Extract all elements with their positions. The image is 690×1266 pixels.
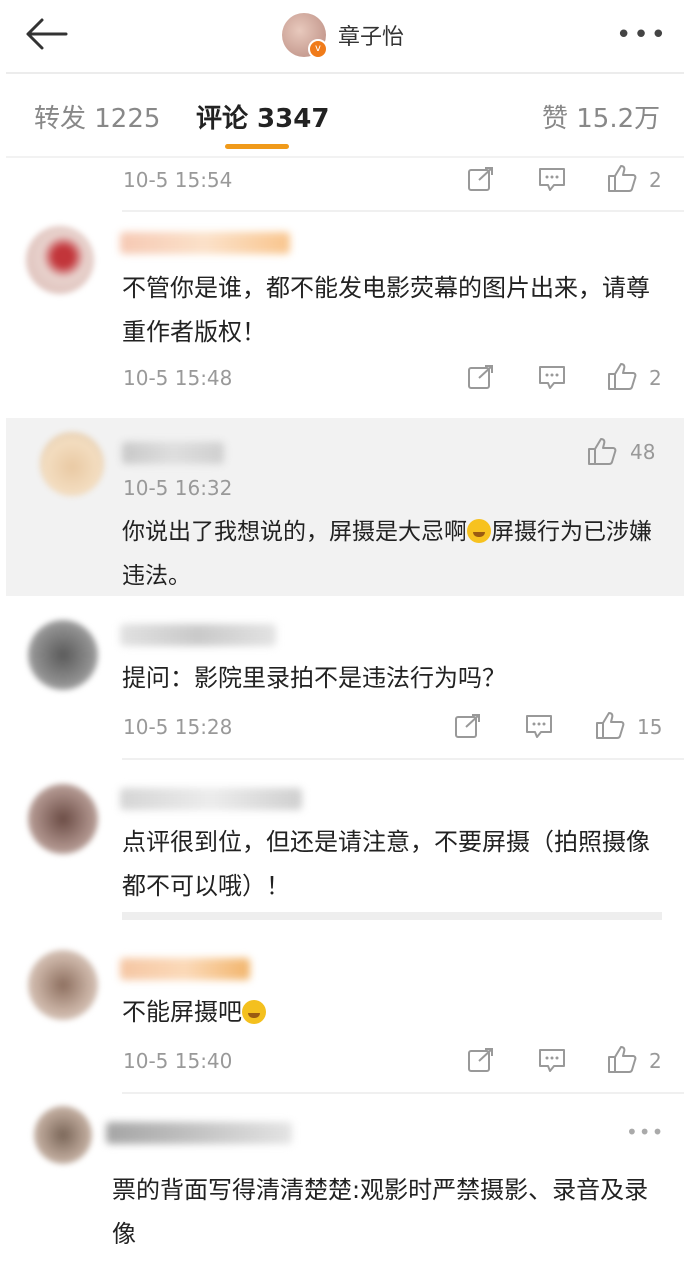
comment-text: 票的背面写得清清楚楚:观影时严禁摄影、录音及录像 [112,1176,649,1248]
tab-comments[interactable]: 评论 3347 [196,98,329,135]
like-count: 2 [649,1049,662,1073]
avatar[interactable] [28,784,98,854]
comment-icon[interactable] [538,1047,566,1073]
comment-icon[interactable] [538,166,566,192]
tab-likes[interactable]: 赞 15.2万 [542,98,660,135]
tab-bar: 转发 1225 评论 3347 赞 15.2万 [0,74,690,156]
comment-text: 点评很到位，但还是请注意，不要屏摄（拍照摄像都不可以哦）！ [122,828,650,900]
avatar[interactable] [28,950,98,1020]
smile-emoji-icon [242,1000,266,1024]
divider [122,912,662,920]
divider [122,1092,684,1094]
repost-icon[interactable] [454,713,482,739]
username[interactable] [122,442,224,464]
avatar[interactable] [26,226,94,294]
repost-icon[interactable] [467,166,495,192]
avatar[interactable] [40,432,104,496]
username[interactable] [120,958,250,980]
back-arrow-icon[interactable] [20,14,72,54]
username[interactable] [120,624,276,646]
repost-icon[interactable] [467,364,495,390]
verified-badge-icon: v [308,39,328,59]
comment-text: 提问：影院里录拍不是违法行为吗？ [122,664,506,692]
comment-time: 10-5 15:54 [123,168,233,192]
username[interactable] [120,788,302,810]
active-tab-indicator [225,144,289,149]
comment-icon[interactable] [525,713,553,739]
like-icon[interactable] [586,436,618,466]
page-title: 章子怡 [338,25,405,50]
like-count: 2 [649,366,662,390]
like-icon[interactable] [606,163,638,193]
comment-text: 不管你是谁，都不能发电影荧幕的图片出来，请尊重作者版权！ [122,274,650,346]
crying-laughing-emoji-icon [467,519,491,543]
comment-time: 10-5 16:32 [123,476,233,500]
repost-icon[interactable] [467,1047,495,1073]
divider [122,210,684,212]
username[interactable] [106,1122,292,1144]
comment-time: 10-5 15:48 [123,366,233,390]
like-icon[interactable] [606,1044,638,1074]
profile-header[interactable]: v 章子怡 [282,12,405,59]
comment-icon[interactable] [538,364,566,390]
like-icon[interactable] [606,361,638,391]
divider [6,156,684,158]
comment-text: 你说出了我想说的，屏摄是大忌啊 屏摄行为已涉嫌违法。 [122,519,652,589]
username[interactable] [120,232,290,254]
more-options-button[interactable]: ••• [616,20,668,50]
like-count: 48 [630,440,656,464]
comment-time: 10-5 15:28 [123,715,233,739]
tab-reposts[interactable]: 转发 1225 [34,98,160,135]
comment-text: 不能屏摄吧 [122,990,522,1034]
more-options-button[interactable]: ••• [626,1120,664,1144]
like-count: 15 [637,715,663,739]
avatar[interactable] [34,1106,92,1164]
like-count: 2 [649,168,662,192]
avatar[interactable] [28,620,98,690]
comment-time: 10-5 15:40 [123,1049,233,1073]
avatar[interactable]: v [282,13,328,59]
like-icon[interactable] [594,710,626,740]
divider [122,758,684,760]
